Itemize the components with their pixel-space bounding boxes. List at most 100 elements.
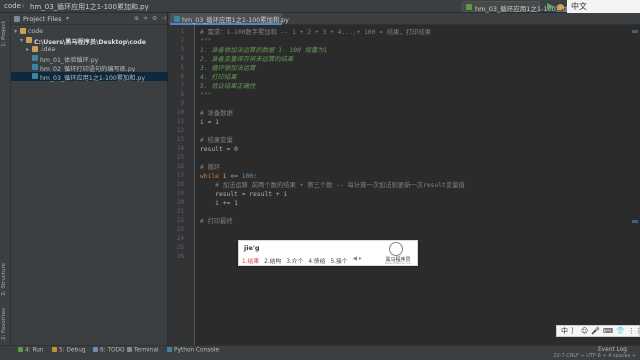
- code-line[interactable]: # 结果变量: [200, 136, 233, 145]
- scrollbar-marker[interactable]: [632, 30, 638, 33]
- line-number: 21: [177, 209, 184, 215]
- tool-run[interactable]: 4: Run: [18, 347, 44, 354]
- python-file-icon: [32, 64, 38, 70]
- tool-label: Terminal: [134, 347, 159, 354]
- ime-candidate[interactable]: 2.结构: [264, 256, 281, 265]
- code-area[interactable]: # 需求：1-100数字累加和 -- 1 + 2 + 3 + 4....+ 10…: [195, 25, 640, 345]
- ime-indicator[interactable]: 中文: [567, 0, 640, 13]
- ime-mode-button[interactable]: 中: [561, 326, 568, 336]
- python-file-icon: [32, 73, 38, 79]
- close-icon[interactable]: ×: [274, 15, 279, 22]
- line-number: 26: [177, 254, 184, 260]
- code-line[interactable]: 1. 准备做加法运算的数据 1- 100 增量为1: [200, 46, 327, 55]
- project-panel-title[interactable]: Project Files: [23, 15, 62, 23]
- code-line[interactable]: """: [200, 91, 211, 100]
- editor-tab[interactable]: hm_03_循环应用1之1-100累加和.py ×: [170, 13, 289, 25]
- logo-mark-icon: [389, 242, 403, 256]
- code-line[interactable]: 5. 验证结果正确性: [200, 82, 255, 91]
- ime-candidate[interactable]: 1.结果: [242, 256, 259, 265]
- tab-structure[interactable]: 2: Structure: [1, 263, 7, 296]
- code-line[interactable]: 2. 准备变量保存将来运算的结果: [200, 55, 293, 64]
- breadcrumb[interactable]: hm_03_循环应用1之1-100累加和.py: [30, 2, 149, 12]
- code-line[interactable]: # 打印最终: [200, 217, 233, 226]
- ime-indicator-label: 中文: [571, 2, 587, 11]
- code-line[interactable]: while i <= 100:: [200, 172, 257, 181]
- target-icon[interactable]: ⊕: [134, 16, 140, 22]
- tree-item-label: code: [28, 28, 43, 35]
- editor-tab-label: hm_03_循环应用1之1-100累加和.py: [182, 17, 289, 24]
- code-line[interactable]: 4. 打印结果: [200, 73, 237, 82]
- line-number: 11: [177, 119, 184, 125]
- code-line[interactable]: # 循环: [200, 163, 220, 172]
- tool-python-console[interactable]: Python Console: [167, 347, 219, 354]
- code-line[interactable]: """: [200, 37, 211, 46]
- project-name[interactable]: code: [4, 2, 21, 10]
- code-line[interactable]: # 加法运算 前两个数的结果 + 第三个数 -- 每计算一次加法则更新一次res…: [200, 181, 465, 190]
- tree-item-label: hm_03_循环应用1之1-100累加和.py: [40, 75, 145, 82]
- line-number: 10: [177, 110, 184, 116]
- line-number: 4: [180, 56, 185, 62]
- keyboard-icon[interactable]: ⌨: [603, 327, 613, 335]
- line-number: 14: [177, 146, 184, 152]
- chevron-down-icon[interactable]: ▾: [66, 15, 69, 22]
- line-number: 5: [180, 65, 185, 71]
- chevron-right-icon[interactable]: ▸: [26, 46, 29, 53]
- tool-todo[interactable]: 6: TODO: [93, 347, 125, 354]
- gear-icon[interactable]: ⚙: [152, 16, 158, 22]
- chevron-down-icon[interactable]: ▾: [14, 28, 17, 35]
- ime-page-nav[interactable]: ◀ ▸: [353, 256, 362, 265]
- todo-icon: [93, 347, 98, 352]
- python-file-icon: [32, 55, 38, 61]
- microphone-icon[interactable]: 🎤: [591, 327, 600, 335]
- status-info[interactable]: 22:7 CRLF ÷ UTF-8 ÷ 4 spaces ÷: [553, 353, 636, 359]
- tool-label: Python Console: [174, 347, 219, 354]
- project-view-icon: [14, 16, 20, 22]
- run-configuration-select[interactable]: hm_03_循环应用1之1-100累加和: [462, 1, 575, 13]
- debug-button[interactable]: [556, 2, 565, 11]
- chevron-down-icon[interactable]: ▾: [20, 37, 23, 44]
- editor-tab-bar: hm_03_循环应用1之1-100累加和.py ×: [168, 13, 640, 25]
- collapse-icon[interactable]: ≑: [143, 16, 149, 22]
- tool-label: 4: Run: [25, 347, 44, 354]
- ime-candidate[interactable]: 5.接个: [331, 256, 348, 265]
- tool-label: 5: Debug: [59, 347, 86, 354]
- line-number: 18: [177, 182, 184, 188]
- ime-pinyin: jie'g: [244, 244, 260, 252]
- code-line[interactable]: result = result + i: [200, 190, 287, 199]
- code-line[interactable]: result = 0: [200, 145, 238, 154]
- ime-candidate[interactable]: 4.债给: [308, 256, 325, 265]
- tree-item-idea[interactable]: ▸ .idea: [11, 45, 168, 54]
- tree-item-label: .idea: [40, 46, 56, 53]
- ime-punct-button[interactable]: 〕: [571, 326, 578, 336]
- tree-item-hm01[interactable]: hm_01_体验循环.py: [11, 54, 168, 64]
- code-line[interactable]: # 需求：1-100数字累加和 -- 1 + 2 + 3 + 4....+ 10…: [200, 28, 431, 37]
- code-line[interactable]: 3. 循环做加法运算: [200, 64, 255, 73]
- line-number: 13: [177, 137, 184, 143]
- brand-logo: 黑马程序员 www.itheima.com: [379, 242, 417, 265]
- tree-item-hm02[interactable]: hm_02_循环打印语句的编写练.py: [11, 63, 168, 73]
- line-number: 19: [177, 191, 184, 197]
- scrollbar-marker[interactable]: [632, 220, 638, 223]
- code-line[interactable]: i += 1: [200, 199, 238, 208]
- python-console-icon: [167, 347, 172, 352]
- tool-terminal[interactable]: Terminal: [127, 347, 159, 354]
- tab-favorites[interactable]: 2: Favorites: [1, 308, 7, 340]
- tree-item-root-path[interactable]: ▾ C:\Users\黑马程序员\Desktop\code: [11, 36, 168, 46]
- tool-label: 6: TODO: [100, 347, 125, 354]
- tree-item-hm03[interactable]: hm_03_循环应用1之1-100累加和.py: [11, 72, 168, 82]
- line-number: 15: [177, 155, 184, 161]
- skin-icon[interactable]: 👕: [616, 327, 625, 335]
- line-number-gutter: 1 2 3 4 5 6 7 8 9 10 11 12 13 14 15 16 17 18 19 20 21 22 23 24 2…: [168, 25, 195, 345]
- hide-icon[interactable]: ⊣: [161, 16, 167, 22]
- run-button[interactable]: [546, 2, 555, 11]
- tool-debug[interactable]: 5: Debug: [52, 347, 86, 354]
- emoji-icon[interactable]: ☺: [581, 327, 588, 335]
- tree-item-code[interactable]: ▾ code: [11, 27, 168, 36]
- line-number: 20: [177, 200, 184, 206]
- ime-candidate[interactable]: 3.介个: [286, 256, 303, 265]
- code-line[interactable]: # 准备数据: [200, 109, 233, 118]
- grid-icon[interactable]: ⋮⋮: [628, 327, 640, 335]
- tab-project[interactable]: 1: Project: [1, 21, 7, 47]
- project-panel: Project Files ▾ ⊕ ≑ ⚙ ⊣ ▾ code ▾ C:\User…: [11, 13, 168, 345]
- code-line[interactable]: i = 1: [200, 118, 219, 127]
